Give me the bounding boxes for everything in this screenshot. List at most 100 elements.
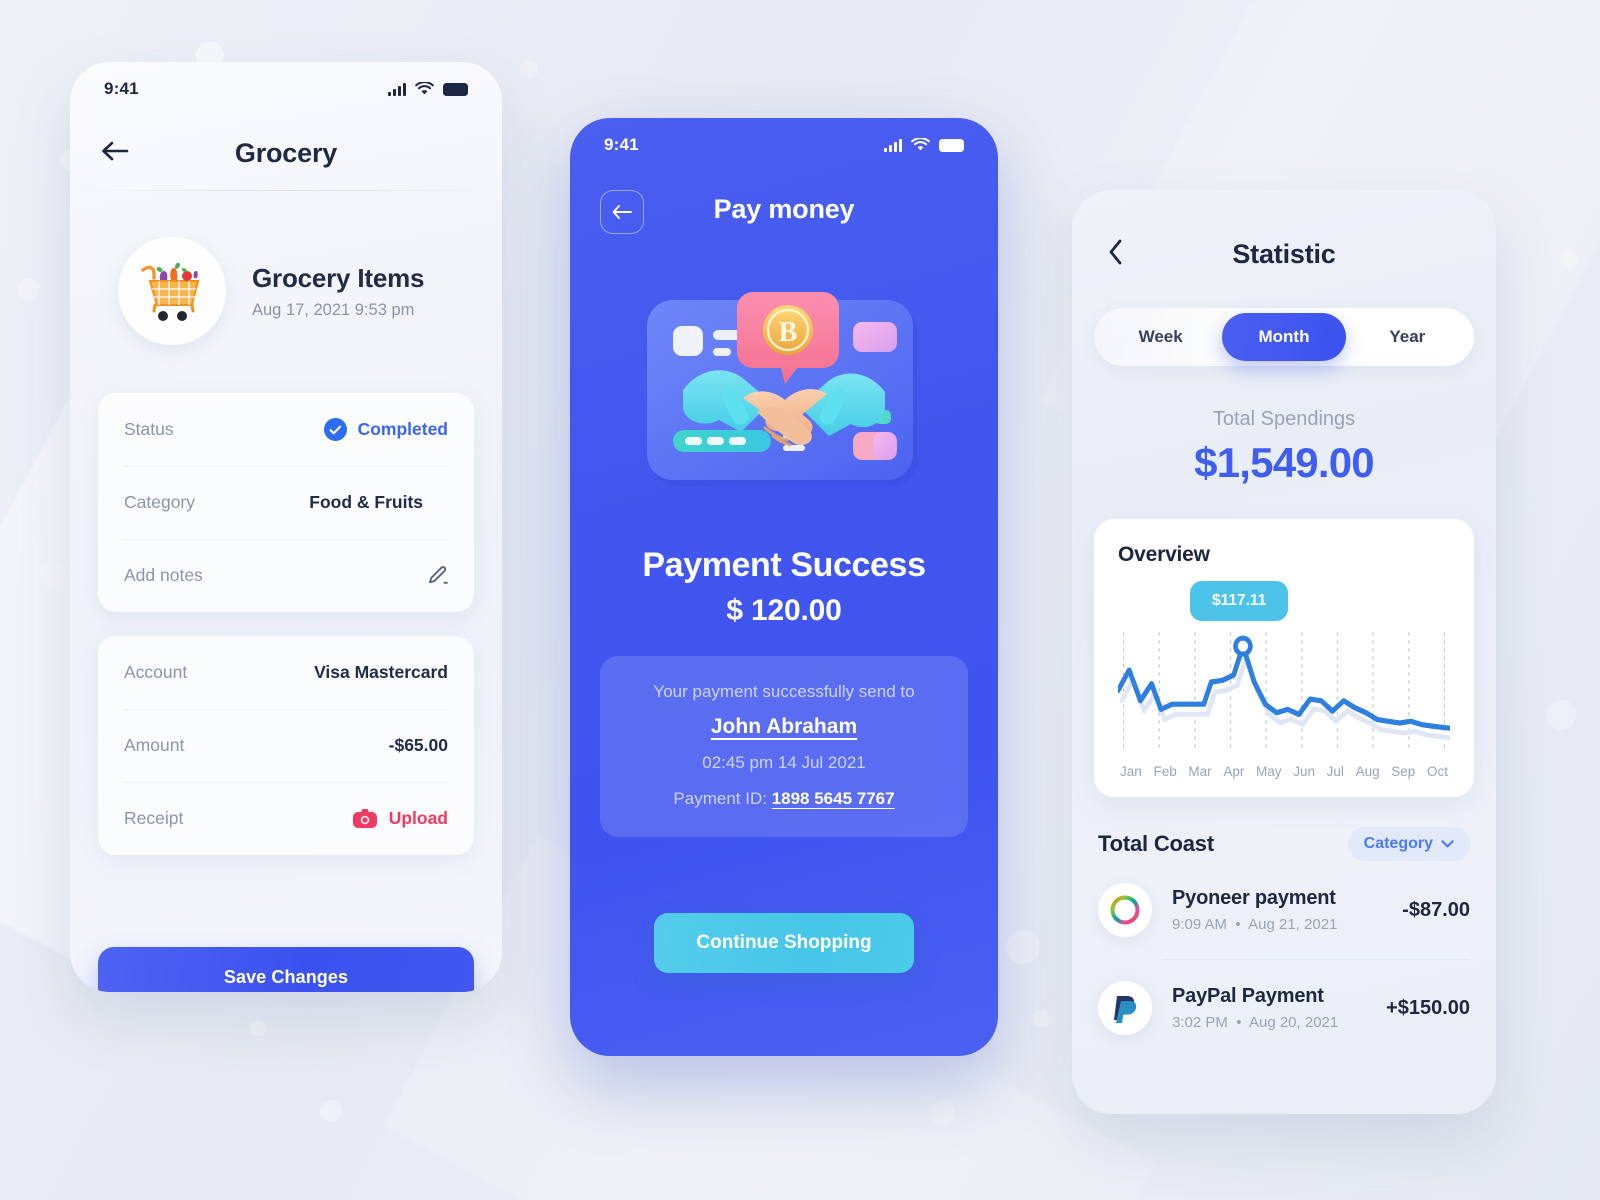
chart-x-label: Apr (1223, 764, 1245, 779)
save-changes-button[interactable]: Save Changes (98, 947, 474, 992)
chart-tooltip: $117.11 (1190, 581, 1289, 621)
transaction-name: Pyoneer payment (1172, 887, 1336, 909)
back-button[interactable] (600, 190, 644, 234)
status-bar: 9:41 (70, 62, 502, 116)
category-text: Food & Fruits (309, 492, 423, 512)
account-card: Account Visa Mastercard Amount -$65.00 R… (98, 636, 474, 855)
row-value: -$65.00 (388, 735, 448, 755)
total-spendings-value: $1,549.00 (1194, 439, 1374, 486)
back-button[interactable] (100, 140, 130, 167)
signal-bars-icon (388, 82, 406, 96)
pencil-icon[interactable] (427, 565, 448, 586)
camera-icon (352, 808, 378, 829)
transaction-amount: +$150.00 (1386, 996, 1470, 1019)
transaction-name: PayPal Payment (1172, 985, 1324, 1007)
back-button[interactable] (1108, 238, 1124, 271)
battery-icon (443, 82, 468, 96)
row-label: Amount (124, 735, 185, 755)
statistic-header: Statistic (1072, 212, 1496, 296)
chart-x-label: Sep (1391, 764, 1416, 779)
row-label: Status (124, 419, 174, 439)
row-value: Food & Fruits (309, 492, 448, 513)
row-value[interactable]: Upload (352, 808, 448, 829)
row-label: Receipt (124, 808, 184, 828)
page-title: Statistic (1232, 238, 1336, 269)
grocery-item-summary: Grocery Items Aug 17, 2021 9:53 pm (70, 191, 502, 345)
item-date: Aug 17, 2021 9:53 pm (252, 300, 415, 319)
payoneer-ring-icon (1098, 883, 1152, 937)
chart-x-axis-labels: Jan Feb Mar Apr May Jun Jul Aug Sep Oct (1118, 764, 1450, 779)
handshake-credit-card-bitcoin-illustration: B (631, 282, 937, 500)
row-status[interactable]: Status Completed (98, 393, 474, 466)
chart-x-label: May (1256, 764, 1282, 779)
receipt-datetime: 02:45 pm 14 Jul 2021 (702, 753, 866, 772)
payment-success-block: Payment Success $ 120.00 (570, 546, 998, 628)
upload-text: Upload (388, 808, 448, 828)
recipient-name[interactable]: John Abraham (620, 715, 948, 739)
transaction-time: 3:02 PM (1172, 1014, 1228, 1031)
chart-x-label: Jul (1326, 764, 1344, 779)
tab-month[interactable]: Month (1222, 313, 1346, 361)
row-receipt[interactable]: Receipt Upload (98, 782, 474, 855)
total-spendings-label: Total Spendings (1212, 408, 1356, 430)
amount-value: 120.00 (751, 594, 842, 627)
transaction-date: Aug 20, 2021 (1248, 1014, 1339, 1031)
shopping-cart-icon (118, 237, 226, 345)
overview-card: Overview $117.11 Jan Feb Mar Apr May Jun Jul Au… (1094, 519, 1474, 797)
transaction-date: Aug 21, 2021 (1248, 916, 1338, 933)
page-title: Grocery (234, 137, 338, 168)
status-bar: 9:41 (570, 118, 998, 172)
period-segmented-control: Week Month Year (1094, 308, 1474, 366)
row-label: Add notes (124, 565, 203, 585)
chart-x-label: Oct (1426, 764, 1448, 779)
total-spendings-block: Total Spendings $1,549.00 (1072, 408, 1496, 487)
wifi-icon (415, 82, 434, 95)
payment-id-row: Payment ID: 1898 5645 7767 (620, 789, 948, 809)
details-card: Status Completed Category Food & Fruits … (98, 393, 474, 612)
phone-grocery-screen: 9:41 Grocery Grocery Items Aug 17, 2021 … (70, 62, 502, 992)
item-name: Grocery Items (252, 262, 425, 293)
chevron-down-icon (1441, 840, 1454, 848)
status-time: 9:41 (104, 79, 139, 98)
category-filter-button[interactable]: Category (1347, 827, 1470, 861)
chart-x-label: Jun (1293, 764, 1315, 779)
tab-week[interactable]: Week (1099, 313, 1222, 361)
tab-year[interactable]: Year (1346, 313, 1469, 361)
success-amount: $ 120.00 (570, 594, 998, 628)
payment-id-value[interactable]: 1898 5645 7767 (772, 789, 895, 808)
chart-x-label: Jan (1120, 764, 1142, 779)
chart-x-label: Mar (1188, 764, 1212, 779)
signal-bars-icon (884, 138, 902, 152)
category-filter-label: Category (1363, 835, 1433, 852)
transaction-amount: -$87.00 (1402, 898, 1470, 921)
paypal-icon (1098, 981, 1152, 1035)
row-amount: Amount -$65.00 (98, 709, 474, 782)
status-text: Completed (357, 419, 448, 439)
total-coast-title: Total Coast (1098, 831, 1214, 856)
row-label: Account (124, 662, 188, 682)
transaction-row[interactable]: PayPal Payment 3:02 PM • Aug 20, 2021 +$… (1072, 959, 1496, 1057)
wifi-icon (911, 138, 930, 151)
svg-text:B: B (779, 317, 798, 348)
row-category[interactable]: Category Food & Fruits (98, 466, 474, 539)
transaction-time: 9:09 AM (1172, 916, 1228, 933)
row-value: Visa Mastercard (314, 662, 448, 682)
payment-header: Pay money (570, 172, 998, 242)
receipt-line: Your payment successfully send to (653, 682, 915, 701)
payment-id-label: Payment ID: (673, 789, 767, 808)
overview-line-chart (1115, 627, 1457, 755)
currency-symbol: $ (726, 594, 743, 627)
success-title: Payment Success (642, 546, 926, 584)
row-account: Account Visa Mastercard (98, 636, 474, 709)
continue-shopping-button[interactable]: Continue Shopping (654, 913, 914, 973)
transaction-row[interactable]: Pyoneer payment 9:09 AM • Aug 21, 2021 -… (1072, 861, 1496, 959)
total-coast-header: Total Coast Category (1098, 827, 1470, 861)
row-label: Category (124, 492, 196, 512)
overview-title: Overview (1118, 543, 1210, 566)
receipt-card: Your payment successfully send to John A… (600, 656, 968, 837)
check-circle-icon (323, 418, 347, 441)
phone-payment-screen: 9:41 Pay money B Payment Success $ 120.0… (570, 118, 998, 1056)
transaction-meta: 3:02 PM • Aug 20, 2021 (1172, 1014, 1339, 1031)
row-add-notes[interactable]: Add notes (98, 539, 474, 612)
chart-x-label: Feb (1153, 764, 1177, 779)
